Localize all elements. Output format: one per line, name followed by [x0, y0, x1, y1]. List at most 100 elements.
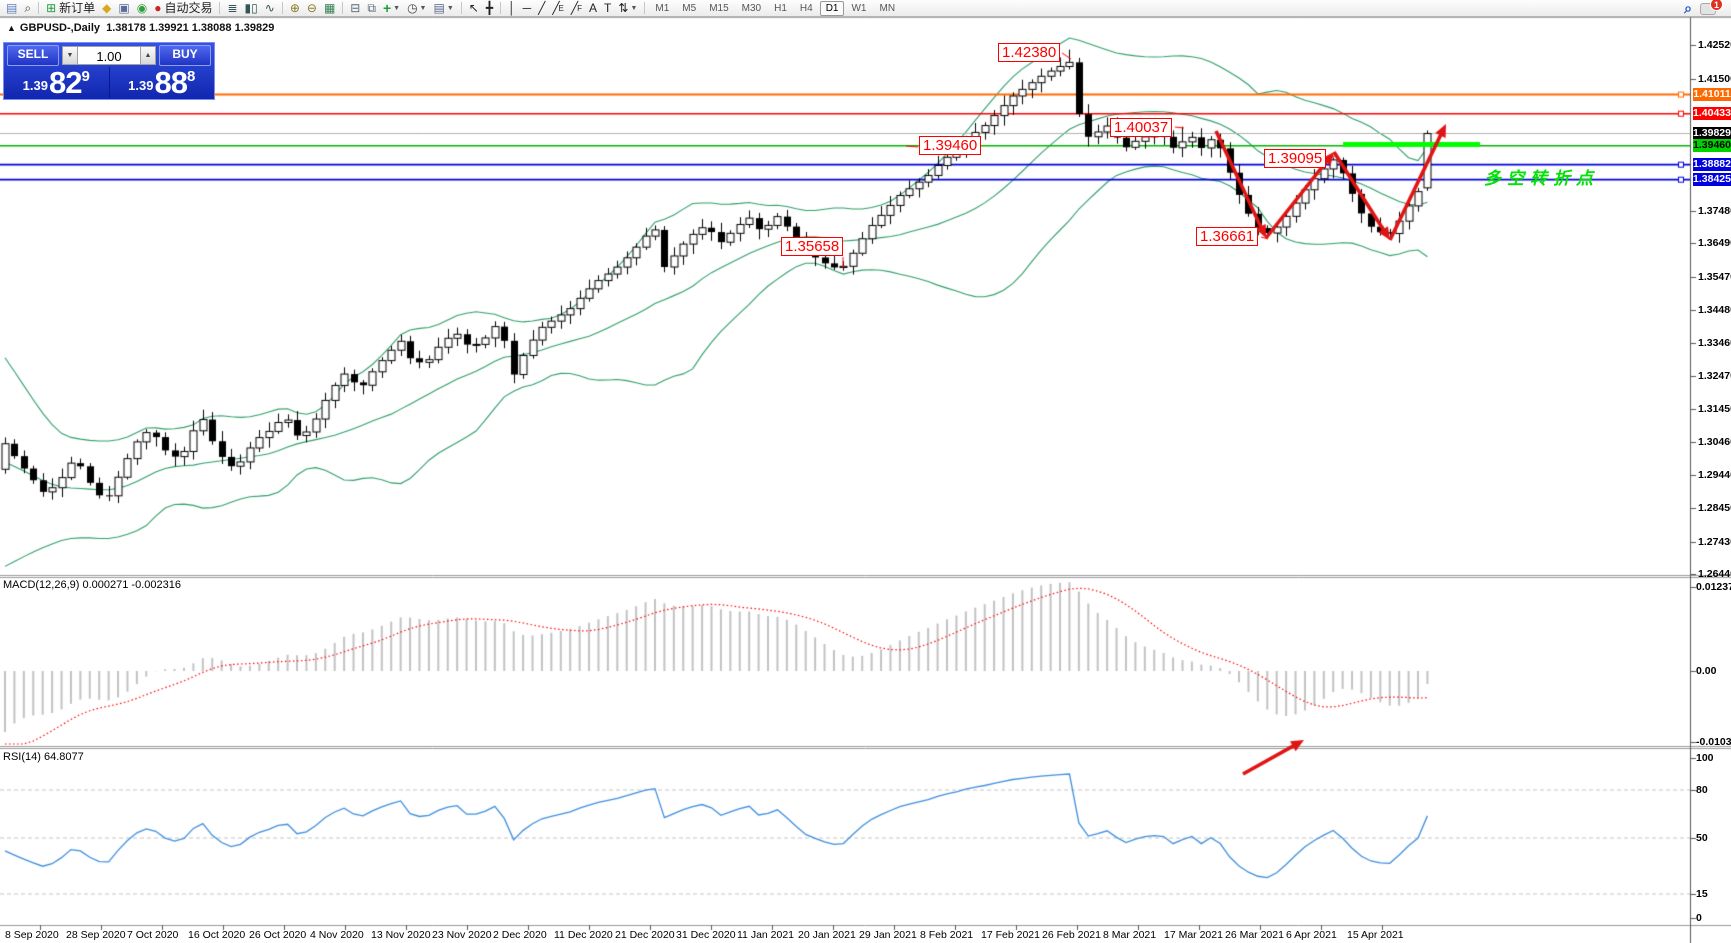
arrows-button[interactable]: ⇅▼ [615, 1, 640, 16]
crosshair-icon: ╋ [486, 1, 493, 15]
template-icon: ▤ [433, 1, 444, 15]
price-axis-tick: 1.33460 [1698, 337, 1731, 349]
crosshair-button[interactable]: ╋ [483, 1, 496, 16]
templates-button[interactable]: ▤▼ [430, 1, 456, 16]
price-axis-tick: 1.32470 [1698, 370, 1731, 382]
toolbar-separator [38, 2, 39, 14]
price-annotation-label[interactable]: 1.35658 [781, 237, 843, 256]
bar-chart-button[interactable]: ≣ [224, 1, 240, 16]
timeframe-button-m1[interactable]: M1 [649, 1, 675, 16]
indicator-axis-tick: 50 [1696, 832, 1708, 844]
tile-windows-button[interactable]: ▦ [321, 1, 338, 16]
price-axis-tick: 1.31450 [1698, 403, 1731, 415]
periods-button[interactable]: ◷▼ [404, 1, 429, 16]
vertical-line-button[interactable]: │ [505, 1, 519, 16]
price-annotation-label[interactable]: 1.39095 [1264, 149, 1326, 168]
cascade-windows-icon: ⧉ [367, 1, 376, 15]
date-axis-label: 11 Dec 2020 [554, 929, 613, 941]
bull-bear-turning-point-note[interactable]: 多空转折点 [1484, 164, 1599, 189]
zoom-in-button[interactable]: ⊕ [287, 1, 303, 16]
price-annotation-label[interactable]: 1.36661 [1196, 227, 1258, 246]
buy-button[interactable]: BUY [159, 45, 211, 66]
price-level-badge: 1.38425 [1693, 173, 1731, 186]
indicators-button[interactable]: +▼ [380, 1, 403, 16]
chevron-down-icon: ▼ [630, 1, 637, 16]
indicator-axis-tick: -0.010374 [1696, 736, 1731, 748]
profile-button[interactable]: ⌕ [21, 1, 34, 16]
chevron-down-icon: ▼ [420, 1, 427, 16]
timeframe-button-m30[interactable]: M30 [736, 1, 767, 16]
channel-button[interactable]: ╱E [549, 1, 567, 16]
horizontal-line-icon: ─ [523, 1, 532, 15]
rsi-indicator-label: RSI(14) 64.8077 [3, 751, 84, 763]
date-axis-label: 17 Feb 2021 [981, 929, 1040, 941]
date-axis-label: 26 Mar 2021 [1225, 929, 1284, 941]
cascade-button[interactable]: ⧉ [364, 1, 379, 16]
terminal-icon: ▣ [118, 1, 129, 15]
toolbar-separator [644, 2, 645, 14]
line-chart-button[interactable]: ∿ [262, 1, 278, 16]
volume-stepper: ▼ 1.00 ▲ [62, 46, 156, 65]
timeframe-button-d1[interactable]: D1 [820, 1, 845, 16]
date-axis-label: 15 Apr 2021 [1347, 929, 1404, 941]
text-button[interactable]: A [586, 1, 600, 16]
timeframe-button-w1[interactable]: W1 [845, 1, 872, 16]
date-axis-label: 17 Mar 2021 [1164, 929, 1223, 941]
new-chart-button[interactable]: ▤ [3, 1, 20, 16]
trendline-button[interactable]: ╱ [535, 1, 548, 16]
chevron-down-icon: ▼ [447, 1, 454, 16]
candlestick-icon: ▮▯ [245, 1, 258, 15]
auto-arrange-button[interactable]: ⊟ [347, 1, 363, 16]
toolbar-separator [342, 2, 343, 14]
volume-up-button[interactable]: ▲ [140, 46, 156, 65]
chart-symbol: GBPUSD-,Daily [20, 22, 100, 34]
horizontal-line-button[interactable]: ─ [520, 1, 535, 16]
indicator-axis-tick: 100 [1696, 752, 1714, 764]
new-order-icon: ⊞ [46, 1, 56, 15]
timeframe-button-h1[interactable]: H1 [768, 1, 793, 16]
price-chart-canvas[interactable] [0, 0, 1731, 943]
auto-arrange-icon: ⊟ [350, 1, 360, 15]
terminal-button[interactable]: ▣ [115, 1, 132, 16]
sell-button[interactable]: SELL [7, 45, 59, 66]
volume-value[interactable]: 1.00 [78, 46, 140, 65]
timeframe-button-mn[interactable]: MN [873, 1, 901, 16]
zoom-out-button[interactable]: ⊖ [304, 1, 320, 16]
candlestick-chart-button[interactable]: ▮▯ [242, 1, 261, 16]
bar-chart-icon: ≣ [227, 1, 237, 15]
notification-badge: 1 [1710, 0, 1723, 11]
add-indicator-icon: + [383, 1, 391, 15]
date-axis-label: 16 Oct 2020 [188, 929, 245, 941]
price-level-badge: 1.40433 [1693, 107, 1731, 120]
volume-down-button[interactable]: ▼ [62, 46, 78, 65]
autotrading-button[interactable]: ●自动交易 [151, 1, 215, 16]
timeframe-button-h4[interactable]: H4 [794, 1, 819, 16]
metaeditor-button[interactable]: ◆ [99, 1, 114, 16]
date-axis-label: 26 Oct 2020 [249, 929, 306, 941]
line-chart-icon: ∿ [265, 1, 275, 15]
fibonacci-button[interactable]: ╱F [568, 1, 585, 16]
price-annotation-label[interactable]: 1.39460 [919, 136, 981, 155]
date-axis-label: 8 Feb 2021 [920, 929, 973, 941]
price-annotation-label[interactable]: 1.40037 [1110, 118, 1172, 137]
notifications-button[interactable]: 1 [1700, 1, 1722, 16]
search-icon[interactable]: ⌕ [1684, 0, 1692, 17]
text-label-button[interactable]: T [601, 1, 614, 16]
cursor-button[interactable]: ↖ [466, 1, 482, 16]
new-order-button[interactable]: ⊞新订单 [43, 1, 98, 16]
date-axis-label: 29 Jan 2021 [859, 929, 917, 941]
price-annotation-label[interactable]: 1.42380 [998, 43, 1060, 62]
vertical-line-icon: │ [508, 1, 516, 15]
toolbar-separator [282, 2, 283, 14]
arrow-objects-icon: ⇅ [618, 1, 628, 15]
symbol-marker-icon: ▲ [7, 23, 16, 33]
toolbar-separator [219, 2, 220, 14]
autotrading-icon: ● [154, 1, 161, 15]
price-axis-tick: 1.29440 [1698, 469, 1731, 481]
one-click-trading-panel: SELL ▼ 1.00 ▲ BUY 1.39829 1.39888 [3, 42, 215, 100]
timeframe-button-m5[interactable]: M5 [676, 1, 702, 16]
date-axis-label: 13 Nov 2020 [371, 929, 431, 941]
sounds-button[interactable]: ◉ [134, 1, 150, 16]
timeframe-button-m15[interactable]: M15 [703, 1, 734, 16]
toolbar-separator [500, 2, 501, 14]
